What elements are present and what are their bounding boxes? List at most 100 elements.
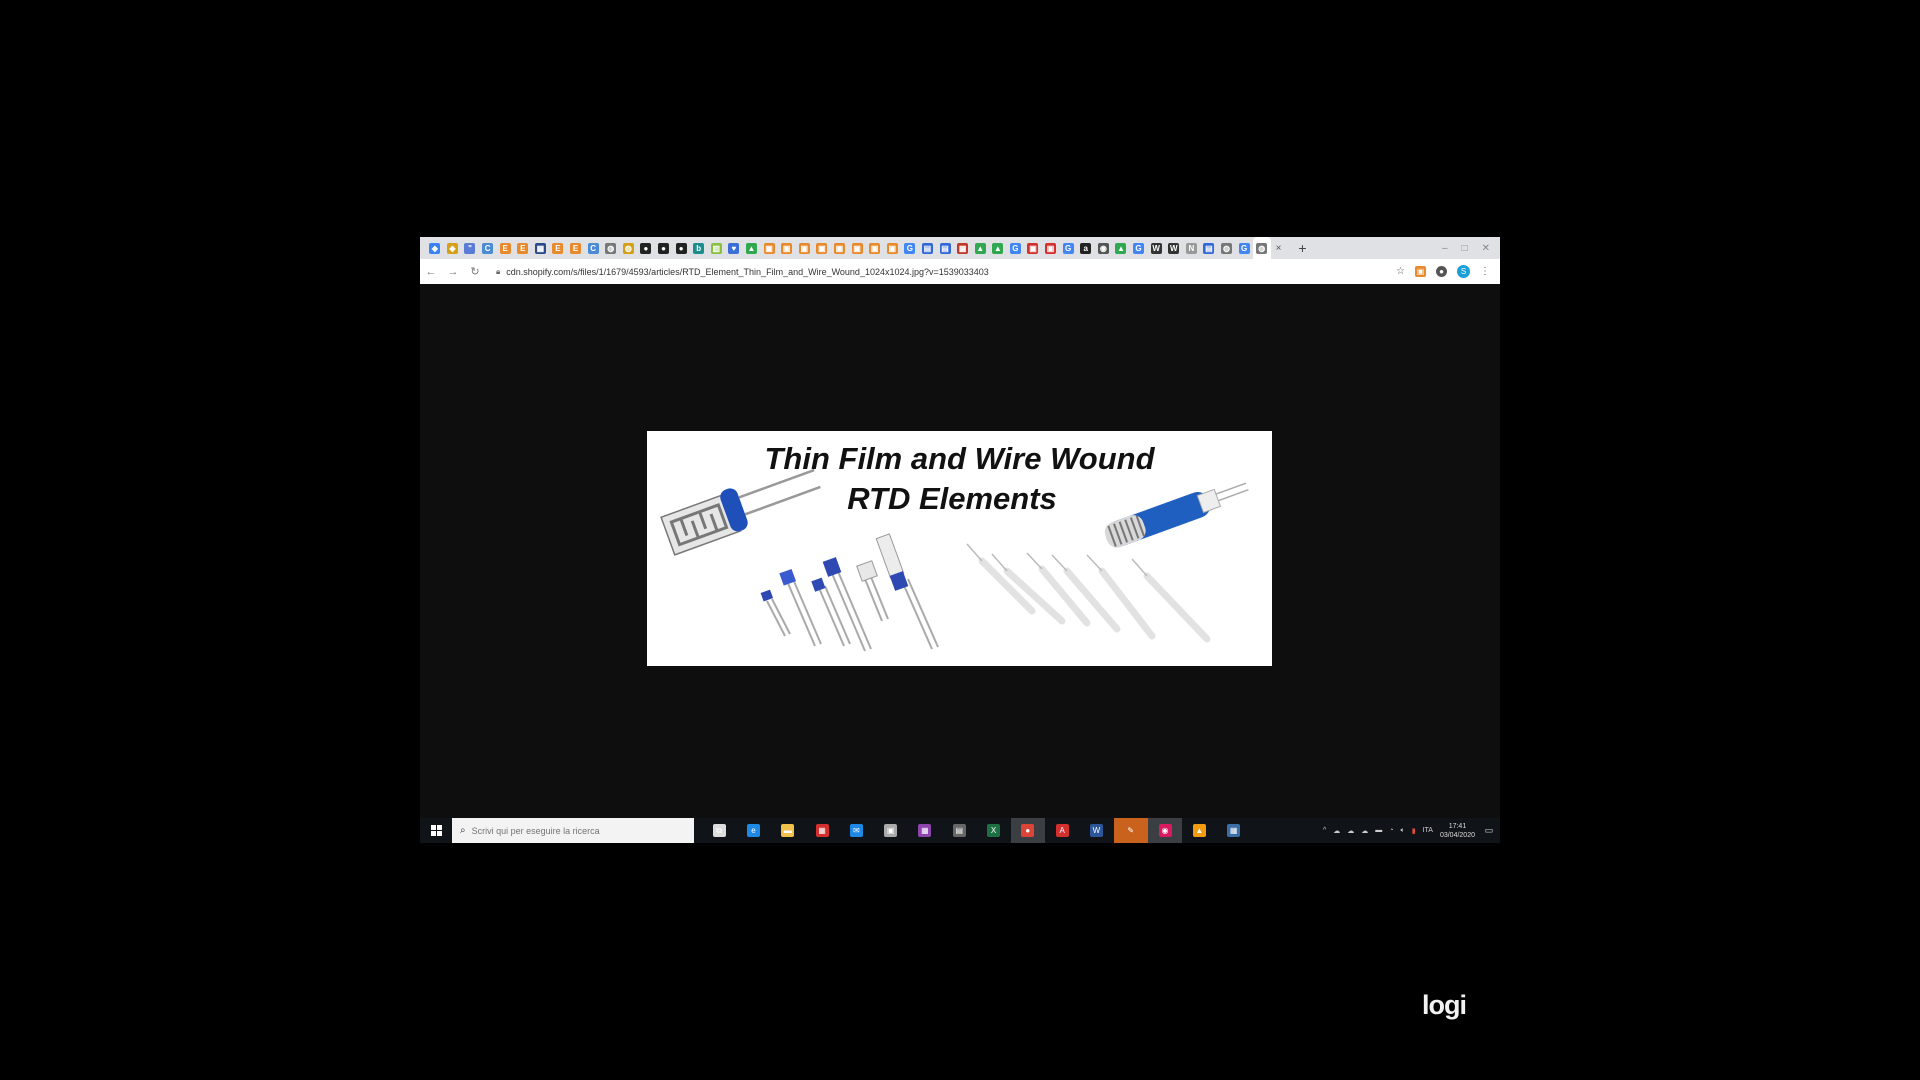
browser-tab[interactable]: ▤ [1200,237,1218,259]
browser-tab[interactable]: ▦ [532,237,550,259]
search-input[interactable] [471,825,672,836]
taskbar-app-button[interactable]: X [976,818,1010,843]
minimize-icon[interactable]: – [1442,243,1448,254]
browser-tab[interactable]: ● [637,237,655,259]
browser-tab[interactable]: ▣ [760,237,778,259]
drive-icon: ▲ [992,242,1004,254]
taskbar-app-button[interactable]: ✉ [839,818,873,843]
forward-icon[interactable]: → [442,266,464,278]
browser-tab[interactable]: ● [655,237,673,259]
browser-tab[interactable]: G [1007,237,1025,259]
reload-icon[interactable]: ↻ [464,265,486,278]
browser-tab[interactable]: ◍ [620,237,638,259]
taskbar-app-button[interactable]: ▦ [1216,818,1250,843]
browser-tab[interactable]: ▣ [1024,237,1042,259]
start-button[interactable] [420,825,452,836]
menu-dots-icon[interactable]: ⋮ [1480,266,1490,277]
browser-tab[interactable]: ▣ [883,237,901,259]
volume-icon[interactable]: 🔈︎ [1401,827,1405,835]
browser-tab[interactable]: ◉ [1095,237,1113,259]
browser-tab[interactable]: ▥ [708,237,726,259]
taskbar-app-button[interactable]: ✎ [1113,818,1148,843]
maximize-icon[interactable]: □ [1462,243,1468,254]
browser-tab[interactable]: G [901,237,919,259]
taskbar-app-button[interactable]: ⧉ [702,818,736,843]
browser-tab[interactable]: ▲ [971,237,989,259]
browser-tab[interactable]: E [496,237,514,259]
taskbar-app-button[interactable]: W [1079,818,1113,843]
browser-tab[interactable]: E [514,237,532,259]
browser-tab[interactable]: ▣ [778,237,796,259]
language-indicator[interactable]: ITA [1423,827,1433,834]
e-icon: E [570,242,582,254]
browser-tab[interactable]: G [1130,237,1148,259]
browser-tab[interactable]: G [1059,237,1077,259]
browser-tab[interactable]: N [1183,237,1201,259]
extension-icon[interactable]: ● [1436,266,1447,277]
browser-tab[interactable]: ▣ [795,237,813,259]
flag-icon[interactable]: ▮ [1412,827,1416,835]
battery-icon[interactable]: ▬ [1375,827,1382,834]
browser-tab[interactable]: ◍ [602,237,620,259]
window-close-icon[interactable]: ✕ [1482,243,1490,254]
browser-tab[interactable]: ◍ [1218,237,1236,259]
clock[interactable]: 17:41 03/04/2020 [1440,822,1475,840]
cloud-icon[interactable]: ☁ [1361,827,1368,835]
wikipedia-icon: W [1168,242,1180,254]
taskbar-app-button[interactable]: A [1045,818,1079,843]
taskbar-search[interactable]: ⌕ [452,818,694,843]
browser-tab[interactable]: ▤ [919,237,937,259]
browser-tab[interactable]: " [461,237,479,259]
browser-tab[interactable]: ▲ [989,237,1007,259]
taskbar-app-button[interactable]: ▦ [908,818,942,843]
browser-tab[interactable]: ▲ [1112,237,1130,259]
taskbar-app-button[interactable]: ▦ [805,818,839,843]
browser-tab[interactable]: W [1147,237,1165,259]
browser-tab[interactable]: ▣ [813,237,831,259]
browser-tab[interactable]: ◆ [444,237,462,259]
toolbar-right: ☆ ▣ ● S ⋮ [1396,265,1500,278]
browser-tab[interactable]: ▤ [936,237,954,259]
wifi-icon[interactable]: ◔ [1389,827,1393,834]
browser-tab[interactable]: W [1165,237,1183,259]
browser-tab[interactable]: ◆ [426,237,444,259]
browser-tab[interactable]: C [479,237,497,259]
eye-icon: ◉ [1097,242,1109,254]
browser-tab[interactable]: ▣ [1042,237,1060,259]
browser-tab[interactable]: G [1235,237,1253,259]
browser-tab[interactable]: ▦ [954,237,972,259]
taskbar-app-button[interactable]: ▬ [771,818,805,843]
browser-tab[interactable]: b [690,237,708,259]
browser-tab[interactable]: ▣ [866,237,884,259]
browser-tab[interactable]: ▲ [743,237,761,259]
browser-tab[interactable]: ▣ [848,237,866,259]
browser-tab[interactable]: C [584,237,602,259]
browser-tab[interactable]: E [567,237,585,259]
address-bar[interactable]: 🔒︎ cdn.shopify.com/s/files/1/1679/4593/a… [492,263,1396,281]
cloud-icon[interactable]: ☁ [1347,827,1354,835]
chevron-up-icon[interactable]: ^ [1323,827,1326,834]
url-text[interactable]: cdn.shopify.com/s/files/1/1679/4593/arti… [506,267,989,277]
browser-tab[interactable]: ♥ [725,237,743,259]
profile-avatar[interactable]: S [1457,265,1470,278]
browser-tab[interactable]: a [1077,237,1095,259]
bookmark-star-icon[interactable]: ☆ [1396,266,1405,277]
close-tab-icon[interactable]: × [1271,243,1287,254]
back-icon[interactable]: ← [420,266,442,278]
taskbar-app-button[interactable]: e [736,818,770,843]
taskbar-app-button[interactable]: ● [1010,818,1045,843]
browser-tab[interactable]: ▣ [831,237,849,259]
extension-icon[interactable]: ▣ [1415,266,1426,277]
notification-icon[interactable]: ▭ [1482,825,1496,837]
orange-icon: ▣ [851,242,863,254]
taskbar-app-button[interactable]: ▲ [1182,818,1216,843]
e-icon: E [499,242,511,254]
taskbar-app-button[interactable]: ◉ [1147,818,1183,843]
browser-tab[interactable]: ● [672,237,690,259]
taskbar-app-button[interactable]: ▤ [942,818,976,843]
cloud-icon[interactable]: ☁ [1333,827,1340,835]
new-tab-button[interactable]: + [1293,240,1313,256]
taskbar-app-button[interactable]: ▣ [873,818,907,843]
browser-tab[interactable]: ◍ [1252,237,1271,259]
browser-tab[interactable]: E [549,237,567,259]
